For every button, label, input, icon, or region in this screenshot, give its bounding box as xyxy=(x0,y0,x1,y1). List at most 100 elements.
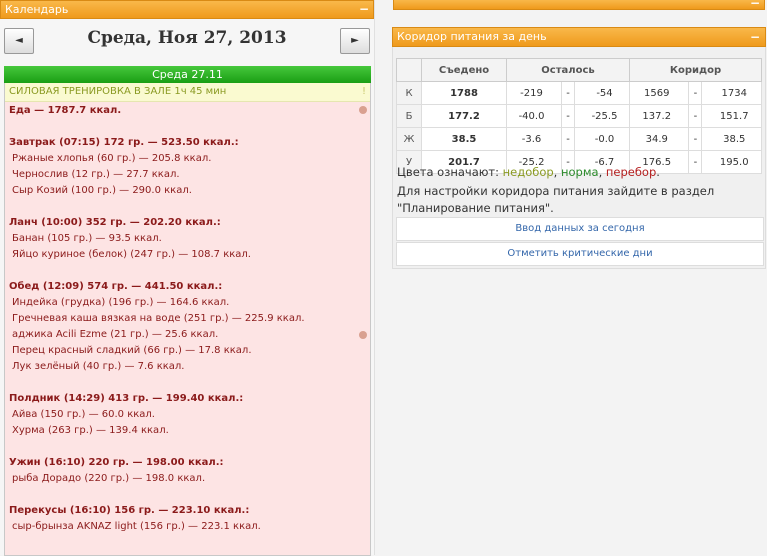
range-dash: - xyxy=(688,150,703,174)
meal-item-label: Банан (105 гр.) — 93.5 ккал. xyxy=(12,233,162,244)
meal-spacer xyxy=(5,119,370,135)
color-legend: Цвета означают: недобор, норма, перебор. xyxy=(397,165,660,179)
top-panel-minimize-button[interactable]: − xyxy=(750,0,760,10)
col-remaining: Осталось xyxy=(506,58,630,82)
corridor-row: Б 177.2 -40.0- -25.5 137.2-151.7 xyxy=(396,104,762,128)
meal-item-label: Перец красный сладкий (66 гр.) — 17.8 кк… xyxy=(12,345,252,356)
date-navigation: ◄ Среда, Ноя 27, 2013 ► xyxy=(4,26,370,54)
meal-item-label: рыба Дорадо (220 гр.) — 198.0 ккал. xyxy=(12,473,206,484)
meal-spacer xyxy=(5,375,370,391)
corridor-min: 137.2 xyxy=(628,104,690,128)
corner-cell xyxy=(396,58,422,82)
range-dash: - xyxy=(561,104,575,128)
corridor-min: 34.9 xyxy=(628,127,690,151)
corridor-header: Коридор питания за день − xyxy=(392,27,766,47)
meal-title[interactable]: Ланч (10:00) 352 гр. — 202.20 ккал.: xyxy=(5,215,370,231)
meal-item[interactable]: Хурма (263 гр.) — 139.4 ккал. xyxy=(5,423,370,439)
corridor-row: К 1788 -219- -54 1569-1734 xyxy=(396,81,762,105)
range-dash: - xyxy=(688,127,703,151)
meal-item-label: Лук зелёный (40 гр.) — 7.6 ккал. xyxy=(12,361,185,372)
apple-icon xyxy=(359,331,367,339)
corridor-row: Ж 38.5 -3.6- -0.0 34.9-38.5 xyxy=(396,127,762,151)
meal-item-label: аджика Acili Ezme (21 гр.) — 25.6 ккал. xyxy=(12,329,219,340)
calendar-minimize-button[interactable]: − xyxy=(359,1,369,18)
row-label: Б xyxy=(396,104,422,128)
top-panel-fragment: − xyxy=(393,0,765,10)
meal-item-label: Индейка (грудка) (196 гр.) — 164.6 ккал. xyxy=(12,297,230,308)
row-label: Ж xyxy=(396,127,422,151)
meal-item[interactable]: аджика Acili Ezme (21 гр.) — 25.6 ккал. xyxy=(5,327,370,343)
remaining-min: -40.0 xyxy=(506,104,562,128)
eaten-value: 177.2 xyxy=(421,104,507,128)
enter-today-data-button[interactable]: Ввод данных за сегодня xyxy=(396,217,764,241)
food-total: Еда — 1787.7 ккал. xyxy=(5,102,370,119)
corridor-max: 1734 xyxy=(701,81,762,105)
eaten-value: 38.5 xyxy=(421,127,507,151)
meal-title[interactable]: Обед (12:09) 574 гр. — 441.50 ккал.: xyxy=(5,279,370,295)
corridor-min: 1569 xyxy=(628,81,690,105)
range-dash: - xyxy=(561,127,575,151)
meal-block: Ланч (10:00) 352 гр. — 202.20 ккал.: Бана… xyxy=(5,215,370,263)
remaining-max: -25.5 xyxy=(574,104,630,128)
corridor-minimize-button[interactable]: − xyxy=(750,28,760,46)
day-details: Среда 27.11 СИЛОВАЯ ТРЕНИРОВКА В ЗАЛЕ 1ч… xyxy=(4,66,371,556)
meal-item[interactable]: Банан (105 гр.) — 93.5 ккал. xyxy=(5,231,370,247)
food-total-label: Еда — 1787.7 ккал. xyxy=(9,105,122,116)
meal-spacer xyxy=(5,487,370,503)
eaten-value: 1788 xyxy=(421,81,507,105)
corridor-max: 195.0 xyxy=(701,150,762,174)
corridor-table: Съедено Осталось Коридор К 1788 -219- -54 15… xyxy=(396,58,762,174)
corridor-max: 151.7 xyxy=(701,104,762,128)
meal-item[interactable]: Гречневая каша вязкая на воде (251 гр.) … xyxy=(5,311,370,327)
meal-item-label: Айва (150 гр.) — 60.0 ккал. xyxy=(12,409,155,420)
calendar-panel: Календарь − ◄ Среда, Ноя 27, 2013 ► Сред… xyxy=(0,0,375,556)
calendar-header: Календарь − xyxy=(0,0,374,19)
corridor-table-body: К 1788 -219- -54 1569-1734 Б 177.2 -40.0- -25.5 1… xyxy=(396,81,762,174)
next-day-button[interactable]: ► xyxy=(340,28,370,54)
meal-item-label: Хурма (263 гр.) — 139.4 ккал. xyxy=(12,425,169,436)
corridor-table-header: Съедено Осталось Коридор xyxy=(396,58,762,82)
nutrition-corridor-panel: Коридор питания за день − Съедено Остало… xyxy=(392,27,766,269)
remaining-max: -0.0 xyxy=(574,127,630,151)
date-title: Среда, Ноя 27, 2013 xyxy=(87,28,287,48)
meal-item[interactable]: Перец красный сладкий (66 гр.) — 17.8 кк… xyxy=(5,343,370,359)
mark-critical-days-button[interactable]: Отметить критические дни xyxy=(396,242,764,266)
meal-title[interactable]: Ужин (16:10) 220 гр. — 198.00 ккал.: xyxy=(5,455,370,471)
training-label: СИЛОВАЯ ТРЕНИРОВКА В ЗАЛЕ 1ч 45 мин xyxy=(9,86,227,97)
meal-block: Ужин (16:10) 220 гр. — 198.00 ккал.: рыба… xyxy=(5,455,370,487)
meal-item-label: сыр-брынза AKNAZ light (156 гр.) — 223.1… xyxy=(12,521,261,532)
apple-icon xyxy=(359,106,367,114)
training-entry[interactable]: СИЛОВАЯ ТРЕНИРОВКА В ЗАЛЕ 1ч 45 мин ! xyxy=(5,83,370,102)
meal-item[interactable]: Сыр Козий (100 гр.) — 290.0 ккал. xyxy=(5,183,370,199)
calendar-title: Календарь xyxy=(5,3,69,16)
meal-item-label: Чернослив (12 гр.) — 27.7 ккал. xyxy=(12,169,180,180)
meal-title[interactable]: Перекусы (16:10) 156 гр. — 223.10 ккал.: xyxy=(5,503,370,519)
training-warning-icon: ! xyxy=(361,86,366,97)
corridor-hint: Для настройки коридора питания зайдите в… xyxy=(397,184,715,215)
range-dash: - xyxy=(561,81,575,105)
meal-item[interactable]: сыр-брынза AKNAZ light (156 гр.) — 223.1… xyxy=(5,519,370,535)
meal-block: Завтрак (07:15) 172 гр. — 523.50 ккал.: Р… xyxy=(5,135,370,199)
meal-spacer xyxy=(5,263,370,279)
meal-item[interactable]: Лук зелёный (40 гр.) — 7.6 ккал. xyxy=(5,359,370,375)
meal-item[interactable]: Яйцо куриное (белок) (247 гр.) — 108.7 к… xyxy=(5,247,370,263)
meal-item[interactable]: Чернослив (12 гр.) — 27.7 ккал. xyxy=(5,167,370,183)
meal-title[interactable]: Полдник (14:29) 413 гр. — 199.40 ккал.: xyxy=(5,391,370,407)
meal-title[interactable]: Завтрак (07:15) 172 гр. — 523.50 ккал.: xyxy=(5,135,370,151)
col-eaten: Съедено xyxy=(421,58,507,82)
meal-block: Перекусы (16:10) 156 гр. — 223.10 ккал.:… xyxy=(5,503,370,535)
range-dash: - xyxy=(688,81,703,105)
meal-item[interactable]: рыба Дорадо (220 гр.) — 198.0 ккал. xyxy=(5,471,370,487)
meal-block: Обед (12:09) 574 гр. — 441.50 ккал.: Инде… xyxy=(5,279,370,375)
meal-spacer xyxy=(5,199,370,215)
meal-item-label: Ржаные хлопья (60 гр.) — 205.8 ккал. xyxy=(12,153,212,164)
legend-under: недобор xyxy=(502,165,554,179)
meal-item[interactable]: Айва (150 гр.) — 60.0 ккал. xyxy=(5,407,370,423)
meal-item-label: Сыр Козий (100 гр.) — 290.0 ккал. xyxy=(12,185,192,196)
meal-item[interactable]: Ржаные хлопья (60 гр.) — 205.8 ккал. xyxy=(5,151,370,167)
meal-block: Полдник (14:29) 413 гр. — 199.40 ккал.: А… xyxy=(5,391,370,439)
legend-prefix: Цвета означают: xyxy=(397,165,499,179)
corridor-max: 38.5 xyxy=(701,127,762,151)
meal-item[interactable]: Индейка (грудка) (196 гр.) — 164.6 ккал. xyxy=(5,295,370,311)
legend-end: . xyxy=(656,165,660,179)
